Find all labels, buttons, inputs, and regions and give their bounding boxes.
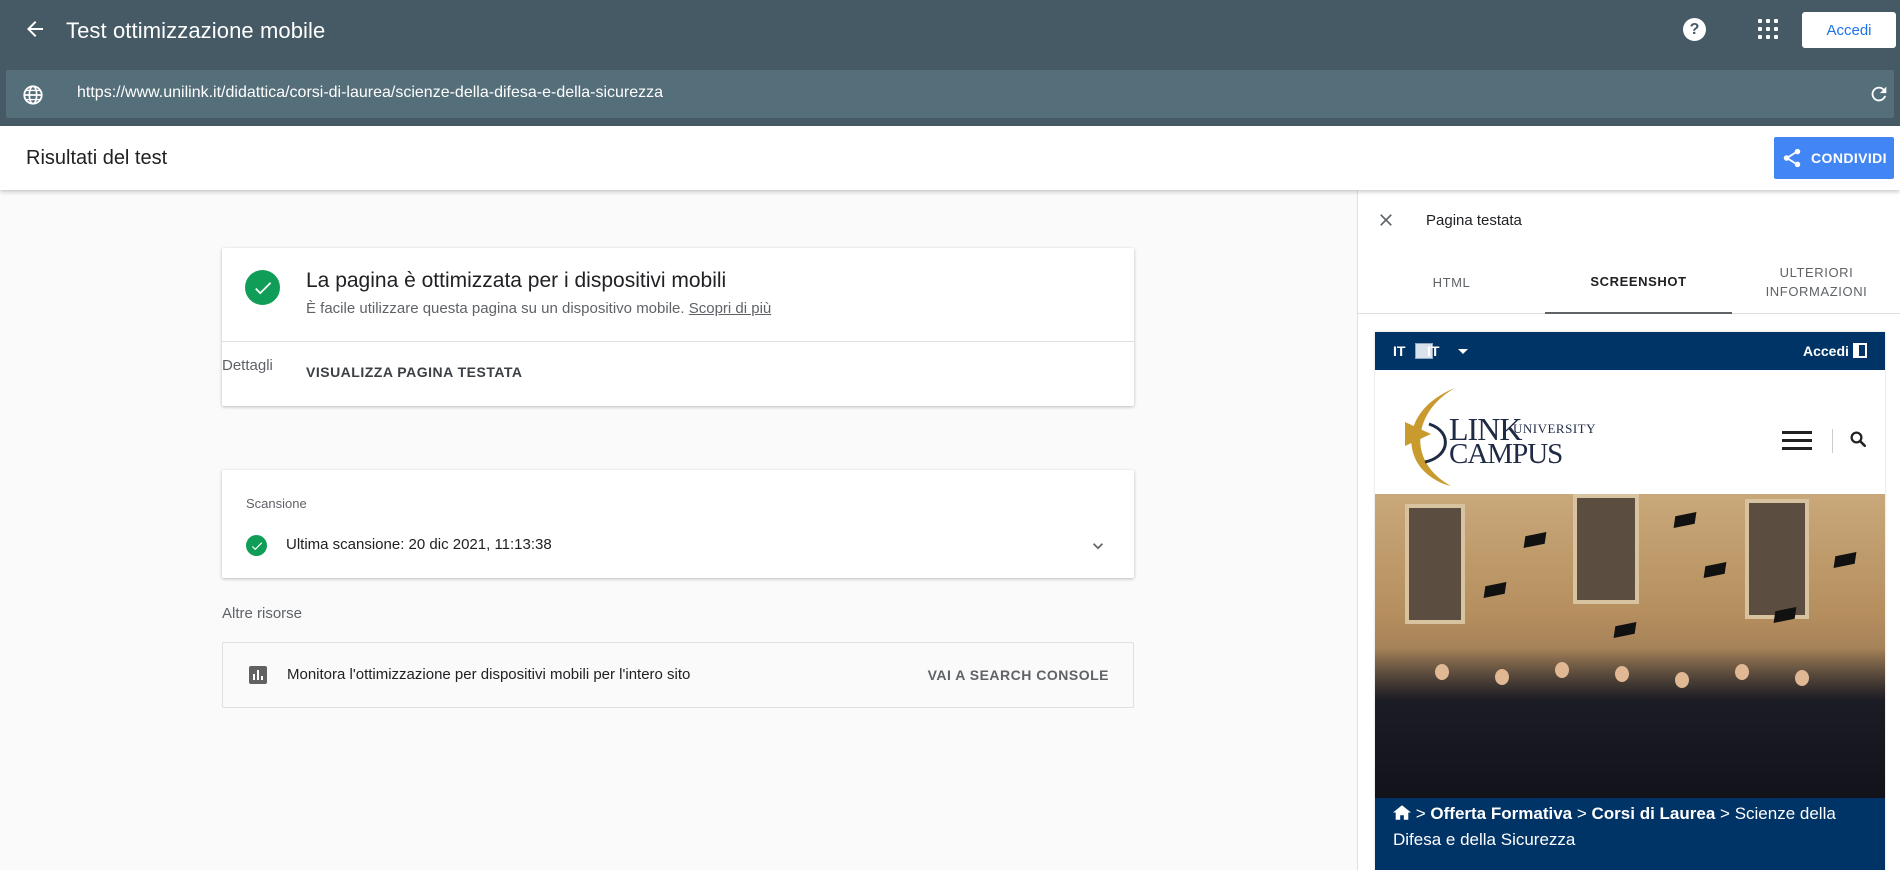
logo-text-campus: CAMPUS	[1449, 438, 1563, 470]
result-card: La pagina è ottimizzata per i dispositiv…	[222, 248, 1134, 406]
panel-tabs: HTML SCREENSHOT ULTERIORI INFORMAZIONI	[1358, 250, 1900, 314]
chevron-down-icon[interactable]	[1088, 536, 1108, 556]
close-icon[interactable]	[1376, 210, 1396, 230]
home-icon	[1393, 805, 1411, 820]
url-input[interactable]: https://www.unilink.it/didattica/corsi-d…	[77, 84, 663, 102]
help-icon[interactable]: ?	[1683, 18, 1706, 41]
bar-chart-icon	[249, 666, 267, 684]
site-login-label: Accedi	[1803, 343, 1849, 359]
breadcrumb-item-corsi: Corsi di Laurea	[1591, 804, 1716, 823]
url-bar[interactable]: https://www.unilink.it/didattica/corsi-d…	[6, 70, 1894, 118]
scan-label: Scansione	[246, 496, 307, 511]
breadcrumb-separator: >	[1415, 804, 1426, 823]
caret-down-icon	[1458, 349, 1468, 354]
site-breadcrumb: > Offerta Formativa > Corsi di Laurea > …	[1375, 798, 1885, 870]
card-divider	[222, 341, 1134, 342]
page-screenshot: IT IT Accedi LINK UNIVERSITY CAMPUS > Of…	[1375, 332, 1885, 870]
share-button[interactable]: CONDIVIDI	[1774, 137, 1894, 179]
site-lang-label: IT	[1393, 343, 1406, 359]
logo-text-university: UNIVERSITY	[1513, 421, 1596, 436]
share-icon	[1783, 148, 1801, 168]
tab-more-info[interactable]: ULTERIORI INFORMAZIONI	[1732, 250, 1900, 314]
apps-grid-icon[interactable]	[1758, 19, 1778, 39]
back-arrow-icon[interactable]	[20, 14, 50, 44]
check-circle-icon	[246, 535, 267, 556]
breadcrumb-separator: >	[1576, 804, 1587, 823]
check-circle-icon	[245, 270, 280, 305]
site-header: LINK UNIVERSITY CAMPUS	[1375, 370, 1885, 494]
tab-html[interactable]: HTML	[1358, 250, 1545, 314]
site-top-bar: IT IT Accedi	[1375, 332, 1885, 370]
results-title: Risultati del test	[26, 147, 168, 169]
view-tested-page-button[interactable]: VISUALIZZA PAGINA TESTATA	[306, 364, 523, 380]
resources-card: Monitora l'ottimizzazione per dispositiv…	[222, 642, 1134, 708]
resources-text: Monitora l'ottimizzazione per dispositiv…	[287, 666, 691, 683]
result-title: La pagina è ottimizzata per i dispositiv…	[306, 269, 727, 292]
header-separator	[1832, 429, 1833, 453]
breadcrumb-separator: >	[1720, 804, 1730, 823]
last-scan-text: Ultima scansione: 20 dic 2021, 11:13:38	[286, 536, 552, 553]
graduation-photo	[1375, 494, 1885, 798]
learn-more-link[interactable]: Scopri di più	[689, 300, 772, 317]
app-bar: Test ottimizzazione mobile ? Accedi http…	[0, 0, 1900, 126]
details-card[interactable]: Scansione Ultima scansione: 20 dic 2021,…	[222, 470, 1134, 578]
result-subtitle-text: È facile utilizzare questa pagina su un …	[306, 300, 685, 317]
details-heading: Dettagli	[222, 357, 273, 374]
menu-icon	[1782, 431, 1812, 451]
result-subtitle: È facile utilizzare questa pagina su un …	[306, 300, 771, 317]
share-label: CONDIVIDI	[1811, 150, 1887, 166]
tested-page-panel: Pagina testata HTML SCREENSHOT ULTERIORI…	[1357, 190, 1900, 870]
resources-heading: Altre risorse	[222, 605, 303, 622]
search-icon	[1850, 431, 1867, 448]
login-door-icon	[1853, 343, 1867, 358]
globe-icon	[23, 85, 43, 105]
tab-screenshot[interactable]: SCREENSHOT	[1545, 250, 1732, 314]
reload-icon[interactable]	[1868, 83, 1890, 105]
app-title: Test ottimizzazione mobile	[66, 18, 326, 43]
search-console-link[interactable]: VAI A SEARCH CONSOLE	[928, 667, 1109, 683]
panel-title: Pagina testata	[1426, 212, 1522, 229]
site-lang-alt: IT	[1427, 343, 1440, 359]
main-content: La pagina è ottimizzata per i dispositiv…	[0, 190, 1357, 870]
results-header: Risultati del test CONDIVIDI	[0, 126, 1900, 190]
sign-in-button[interactable]: Accedi	[1802, 12, 1896, 48]
breadcrumb-item-offerta: Offerta Formativa	[1430, 804, 1573, 823]
